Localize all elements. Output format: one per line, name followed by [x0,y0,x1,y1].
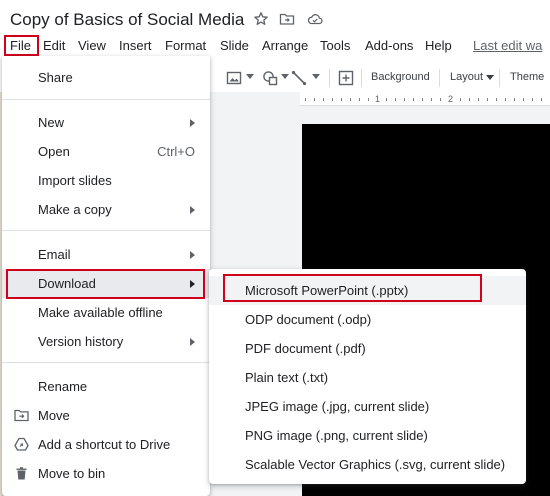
toolbar-divider [499,69,500,87]
submenu-arrow-icon [190,119,195,127]
file-menu-add-shortcut-label: Add a shortcut to Drive [38,437,171,452]
file-menu-email-label: Email [38,247,71,262]
menu-edit[interactable]: Edit [43,38,65,53]
toolbar: Background Layout Theme [205,64,550,92]
download-svg[interactable]: Scalable Vector Graphics (.svg, current … [209,450,526,479]
file-menu-version-history-label: Version history [38,334,124,349]
menu-divider [2,99,210,100]
download-pdf[interactable]: PDF document (.pdf) [209,334,526,363]
menu-tools[interactable]: Tools [320,38,350,53]
file-menu-version-history[interactable]: Version history [2,327,210,356]
submenu-arrow-icon [190,251,195,259]
download-txt[interactable]: Plain text (.txt) [209,363,526,392]
toolbar-divider [361,69,362,87]
horizontal-ruler: 1 2 [300,92,550,106]
file-menu-new[interactable]: New [2,108,210,137]
menu-arrange[interactable]: Arrange [262,38,308,53]
submenu-arrow-icon [190,338,195,346]
file-menu-add-shortcut[interactable]: Add a shortcut to Drive [2,430,210,459]
download-png[interactable]: PNG image (.png, current slide) [209,421,526,450]
file-menu-make-copy-label: Make a copy [38,202,112,217]
download-odp[interactable]: ODP document (.odp) [209,305,526,334]
file-menu-share[interactable]: Share [2,63,210,92]
shape-icon[interactable] [261,69,279,87]
toolbar-divider [439,69,440,87]
last-edit-link[interactable]: Last edit wa [473,38,542,53]
menu-format[interactable]: Format [165,38,206,53]
ruler-label: 1 [375,94,381,104]
menu-help[interactable]: Help [425,38,452,53]
theme-button[interactable]: Theme [510,71,544,83]
menu-bar: File Edit View Insert Format Slide Arran… [0,34,550,56]
layout-dropdown-caret[interactable] [486,75,494,80]
menu-divider [2,230,210,231]
bin-icon [14,466,29,481]
layout-button[interactable]: Layout [450,71,483,83]
star-icon[interactable] [253,11,269,27]
file-menu-make-offline-label: Make available offline [38,305,163,320]
ruler-label: 2 [448,94,454,104]
file-menu-rename[interactable]: Rename [2,372,210,401]
title-bar: Copy of Basics of Social Media [0,0,550,34]
menu-add-ons[interactable]: Add-ons [365,38,413,53]
drive-shortcut-icon [14,437,29,452]
menu-divider [2,362,210,363]
download-svg-label: Scalable Vector Graphics (.svg, current … [245,457,506,472]
menu-slide[interactable]: Slide [220,38,249,53]
line-dropdown-caret[interactable] [312,74,320,79]
file-menu-import-slides[interactable]: Import slides [2,166,210,195]
background-button[interactable]: Background [371,71,430,83]
download-jpg[interactable]: JPEG image (.jpg, current slide) [209,392,526,421]
menu-file-label: File [10,38,31,53]
file-menu-import-slides-label: Import slides [38,173,112,188]
file-menu-make-offline[interactable]: Make available offline [2,298,210,327]
file-menu-email[interactable]: Email [2,240,210,269]
download-txt-label: Plain text (.txt) [245,370,329,385]
file-menu-open-shortcut: Ctrl+O [157,144,195,159]
file-menu-move-label: Move [38,408,70,423]
download-jpg-label: JPEG image (.jpg, current slide) [245,399,430,414]
file-menu-new-label: New [38,115,65,130]
download-odp-label: ODP document (.odp) [245,312,372,327]
image-dropdown-caret[interactable] [246,74,254,79]
image-icon[interactable] [225,69,243,87]
menu-view[interactable]: View [78,38,106,53]
document-title[interactable]: Copy of Basics of Social Media [10,10,244,30]
menu-file[interactable]: File [4,35,39,56]
line-icon[interactable] [290,69,308,87]
file-menu-make-copy[interactable]: Make a copy [2,195,210,224]
file-menu-rename-label: Rename [38,379,88,394]
folder-move-icon[interactable] [279,11,295,27]
submenu-arrow-icon [190,206,195,214]
file-menu-move[interactable]: Move [2,401,210,430]
menu-insert[interactable]: Insert [119,38,152,53]
download-png-label: PNG image (.png, current slide) [245,428,428,443]
pptx-highlight-box [223,274,482,302]
file-menu-open-label: Open [38,144,70,159]
download-highlight-box [6,269,205,299]
folder-move-icon [14,408,29,423]
shape-dropdown-caret[interactable] [281,74,289,79]
file-menu-share-label: Share [38,70,73,85]
add-comment-icon[interactable] [337,69,355,87]
file-menu-move-to-bin[interactable]: Move to bin [2,459,210,488]
file-menu-open[interactable]: Open Ctrl+O [2,137,210,166]
cloud-saved-icon[interactable] [307,11,323,27]
toolbar-divider [329,69,330,87]
download-pdf-label: PDF document (.pdf) [245,341,366,356]
file-menu-move-to-bin-label: Move to bin [38,466,106,481]
